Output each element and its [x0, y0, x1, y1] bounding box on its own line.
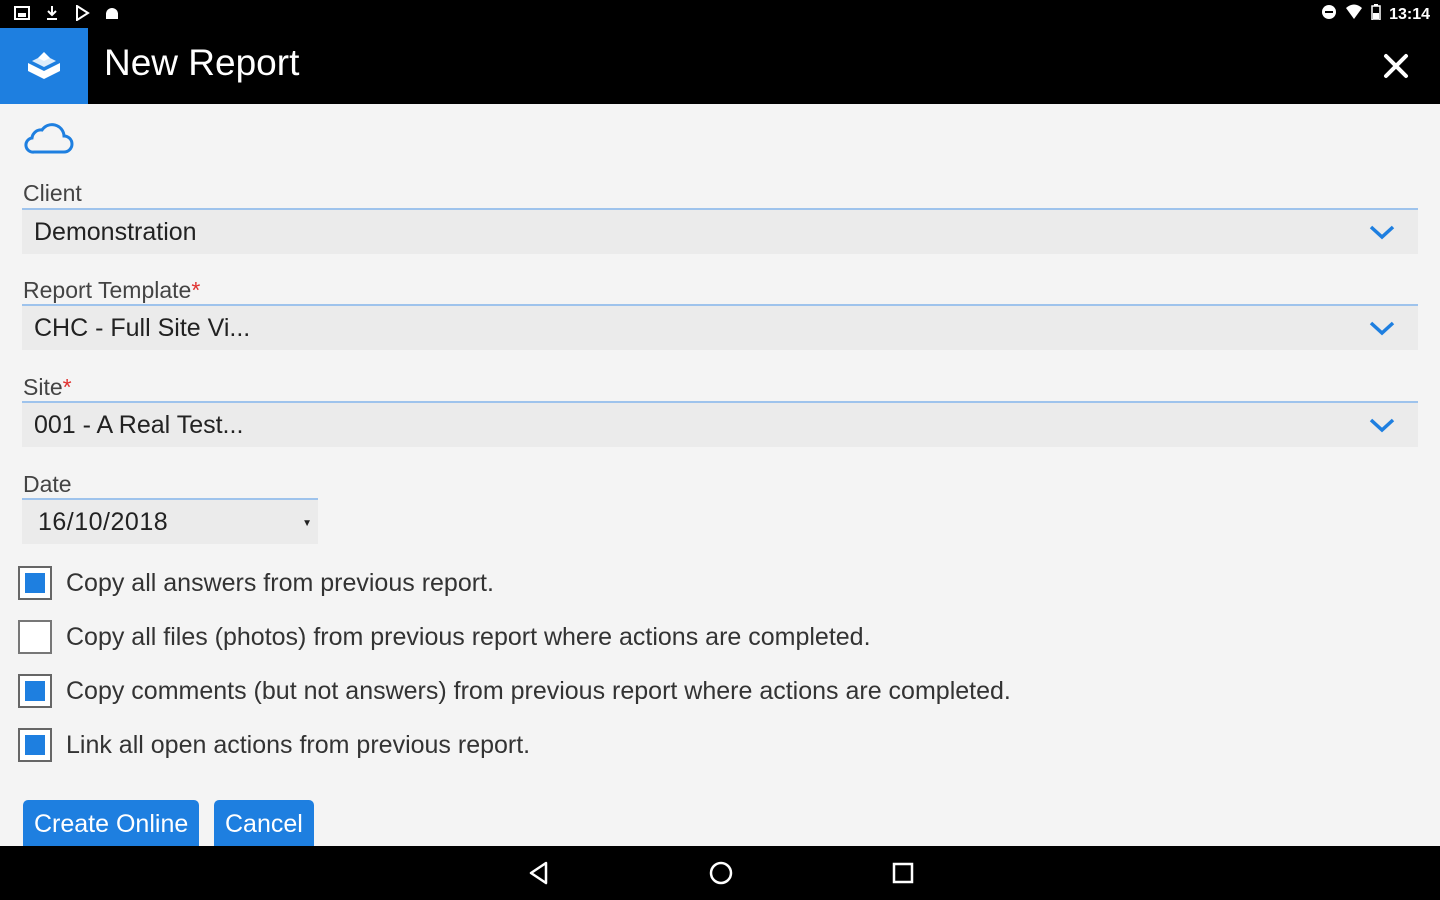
- required-marker: *: [191, 277, 201, 303]
- copy-files-label: Copy all files (photos) from previous re…: [66, 622, 871, 651]
- date-label: Date: [23, 471, 72, 497]
- client-select[interactable]: Demonstration: [22, 208, 1418, 254]
- chevron-down-icon: [1369, 418, 1395, 433]
- link-actions-label: Link all open actions from previous repo…: [66, 730, 531, 759]
- copy-files-option[interactable]: Copy all files (photos) from previous re…: [18, 620, 871, 654]
- date-picker[interactable]: 16/10/2018 ▼: [22, 498, 318, 544]
- cancel-button[interactable]: Cancel: [214, 800, 314, 850]
- client-value: Demonstration: [34, 218, 197, 246]
- link-actions-checkbox[interactable]: [18, 728, 52, 762]
- create-online-button[interactable]: Create Online: [23, 800, 200, 850]
- battery-icon: [1371, 4, 1381, 25]
- cloud-icon[interactable]: [22, 120, 74, 156]
- app-logo[interactable]: [0, 28, 88, 104]
- close-button[interactable]: [1376, 46, 1416, 86]
- client-label: Client: [23, 180, 82, 206]
- recents-icon[interactable]: [890, 860, 916, 886]
- link-actions-option[interactable]: Link all open actions from previous repo…: [18, 728, 530, 762]
- status-bar: 13:14: [0, 0, 1440, 28]
- status-system: 13:14: [1321, 4, 1430, 25]
- new-report-form: Client Demonstration Report Template* CH…: [0, 104, 1440, 850]
- app-bar: New Report: [0, 28, 1440, 104]
- copy-answers-label: Copy all answers from previous report.: [66, 568, 494, 597]
- navigation-bar: [0, 846, 1440, 900]
- wifi-icon: [1345, 4, 1363, 25]
- site-select[interactable]: 001 - A Real Test...: [22, 401, 1418, 447]
- chevron-down-icon: [1369, 225, 1395, 240]
- copy-comments-checkbox[interactable]: [18, 674, 52, 708]
- page-title: New Report: [104, 42, 300, 83]
- copy-answers-option[interactable]: Copy all answers from previous report.: [18, 566, 494, 600]
- copy-comments-label: Copy comments (but not answers) from pre…: [66, 676, 1011, 705]
- copy-comments-option[interactable]: Copy comments (but not answers) from pre…: [18, 674, 1011, 708]
- status-time: 13:14: [1389, 5, 1430, 23]
- caret-down-icon: ▼: [302, 518, 312, 529]
- app-logo-icon: [28, 52, 60, 79]
- back-icon[interactable]: [526, 860, 552, 886]
- android-icon: [104, 5, 120, 21]
- close-icon: [1384, 54, 1408, 78]
- site-value: 001 - A Real Test...: [34, 411, 244, 439]
- template-label: Report Template*: [23, 277, 201, 303]
- play-store-icon: [74, 4, 90, 22]
- home-icon[interactable]: [708, 860, 734, 886]
- copy-answers-checkbox[interactable]: [18, 566, 52, 600]
- template-value: CHC - Full Site Vi...: [34, 314, 251, 342]
- gallery-icon: [14, 5, 30, 21]
- template-select[interactable]: CHC - Full Site Vi...: [22, 304, 1418, 350]
- copy-files-checkbox[interactable]: [18, 620, 52, 654]
- status-notifications: [14, 4, 120, 22]
- download-icon: [44, 5, 60, 21]
- data-saver-icon: [1321, 4, 1337, 25]
- chevron-down-icon: [1369, 321, 1395, 336]
- date-value: 16/10/2018: [38, 508, 169, 536]
- site-label: Site*: [23, 374, 72, 400]
- required-marker: *: [62, 374, 72, 400]
